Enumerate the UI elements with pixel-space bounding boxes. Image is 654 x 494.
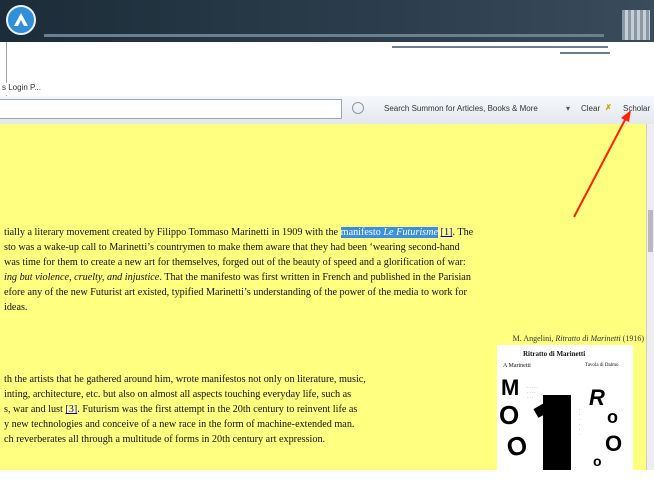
annotation-arrow bbox=[573, 110, 631, 218]
